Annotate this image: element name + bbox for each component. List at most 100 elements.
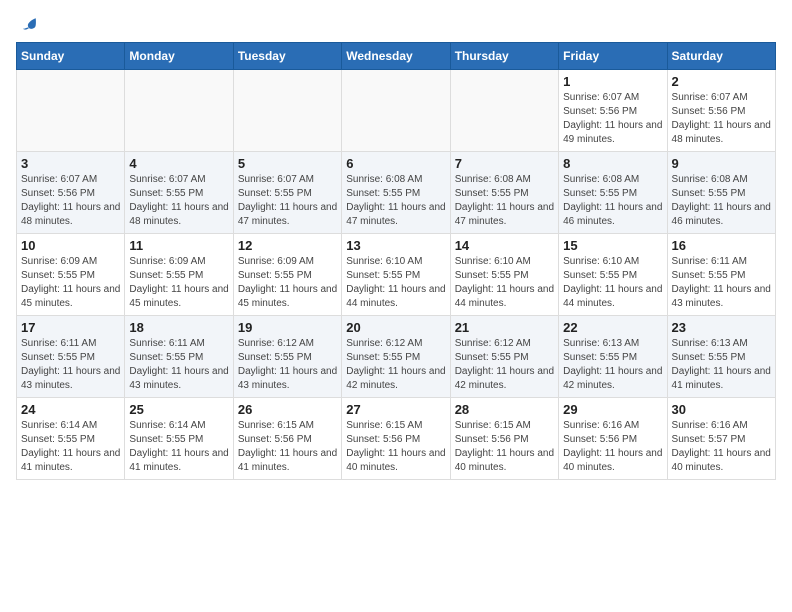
- calendar-cell: 10 Sunrise: 6:09 AM Sunset: 5:55 PM Dayli…: [17, 234, 125, 316]
- calendar-cell: 13 Sunrise: 6:10 AM Sunset: 5:55 PM Dayli…: [342, 234, 450, 316]
- weekday-header-wednesday: Wednesday: [342, 43, 450, 70]
- calendar-cell: 7 Sunrise: 6:08 AM Sunset: 5:55 PM Daylig…: [450, 152, 558, 234]
- calendar-cell: 28 Sunrise: 6:15 AM Sunset: 5:56 PM Dayli…: [450, 398, 558, 480]
- day-number: 19: [238, 320, 337, 335]
- calendar-cell: 8 Sunrise: 6:08 AM Sunset: 5:55 PM Daylig…: [559, 152, 667, 234]
- day-info: Sunrise: 6:07 AM Sunset: 5:55 PM Dayligh…: [238, 173, 337, 229]
- day-number: 13: [346, 238, 445, 253]
- day-info: Sunrise: 6:15 AM Sunset: 5:56 PM Dayligh…: [346, 419, 445, 475]
- day-number: 27: [346, 402, 445, 417]
- day-info: Sunrise: 6:08 AM Sunset: 5:55 PM Dayligh…: [455, 173, 554, 229]
- calendar-cell: 14 Sunrise: 6:10 AM Sunset: 5:55 PM Dayli…: [450, 234, 558, 316]
- calendar-cell: 30 Sunrise: 6:16 AM Sunset: 5:57 PM Dayli…: [667, 398, 775, 480]
- calendar-cell: [125, 70, 233, 152]
- day-info: Sunrise: 6:10 AM Sunset: 5:55 PM Dayligh…: [563, 255, 662, 311]
- calendar-table: SundayMondayTuesdayWednesdayThursdayFrid…: [16, 42, 776, 480]
- weekday-header-monday: Monday: [125, 43, 233, 70]
- calendar-week-row: 17 Sunrise: 6:11 AM Sunset: 5:55 PM Dayli…: [17, 316, 776, 398]
- day-number: 6: [346, 156, 445, 171]
- day-number: 1: [563, 74, 662, 89]
- calendar-cell: 27 Sunrise: 6:15 AM Sunset: 5:56 PM Dayli…: [342, 398, 450, 480]
- day-info: Sunrise: 6:11 AM Sunset: 5:55 PM Dayligh…: [129, 337, 228, 393]
- calendar-cell: 24 Sunrise: 6:14 AM Sunset: 5:55 PM Dayli…: [17, 398, 125, 480]
- calendar-cell: 11 Sunrise: 6:09 AM Sunset: 5:55 PM Dayli…: [125, 234, 233, 316]
- day-info: Sunrise: 6:07 AM Sunset: 5:55 PM Dayligh…: [129, 173, 228, 229]
- day-info: Sunrise: 6:16 AM Sunset: 5:56 PM Dayligh…: [563, 419, 662, 475]
- weekday-header-thursday: Thursday: [450, 43, 558, 70]
- day-number: 2: [672, 74, 771, 89]
- logo-bird-icon: [20, 16, 38, 34]
- day-info: Sunrise: 6:09 AM Sunset: 5:55 PM Dayligh…: [21, 255, 120, 311]
- calendar-cell: 2 Sunrise: 6:07 AM Sunset: 5:56 PM Daylig…: [667, 70, 775, 152]
- day-number: 24: [21, 402, 120, 417]
- day-info: Sunrise: 6:12 AM Sunset: 5:55 PM Dayligh…: [238, 337, 337, 393]
- day-number: 4: [129, 156, 228, 171]
- day-info: Sunrise: 6:13 AM Sunset: 5:55 PM Dayligh…: [672, 337, 771, 393]
- day-info: Sunrise: 6:13 AM Sunset: 5:55 PM Dayligh…: [563, 337, 662, 393]
- day-info: Sunrise: 6:08 AM Sunset: 5:55 PM Dayligh…: [563, 173, 662, 229]
- calendar-cell: [233, 70, 341, 152]
- day-number: 16: [672, 238, 771, 253]
- day-number: 3: [21, 156, 120, 171]
- day-number: 20: [346, 320, 445, 335]
- day-info: Sunrise: 6:09 AM Sunset: 5:55 PM Dayligh…: [238, 255, 337, 311]
- day-number: 10: [21, 238, 120, 253]
- calendar-cell: 18 Sunrise: 6:11 AM Sunset: 5:55 PM Dayli…: [125, 316, 233, 398]
- day-number: 21: [455, 320, 554, 335]
- logo: [16, 16, 38, 30]
- day-info: Sunrise: 6:10 AM Sunset: 5:55 PM Dayligh…: [455, 255, 554, 311]
- day-number: 28: [455, 402, 554, 417]
- day-info: Sunrise: 6:07 AM Sunset: 5:56 PM Dayligh…: [672, 91, 771, 147]
- weekday-header-saturday: Saturday: [667, 43, 775, 70]
- calendar-week-row: 3 Sunrise: 6:07 AM Sunset: 5:56 PM Daylig…: [17, 152, 776, 234]
- calendar-cell: 29Sunrise: 6:16 AM Sunset: 5:56 PM Dayli…: [559, 398, 667, 480]
- calendar-cell: [17, 70, 125, 152]
- calendar-cell: 20Sunrise: 6:12 AM Sunset: 5:55 PM Dayli…: [342, 316, 450, 398]
- calendar-cell: 19 Sunrise: 6:12 AM Sunset: 5:55 PM Dayli…: [233, 316, 341, 398]
- calendar-cell: 3 Sunrise: 6:07 AM Sunset: 5:56 PM Daylig…: [17, 152, 125, 234]
- calendar-cell: 5 Sunrise: 6:07 AM Sunset: 5:55 PM Daylig…: [233, 152, 341, 234]
- day-number: 22: [563, 320, 662, 335]
- page-header: [16, 16, 776, 30]
- day-number: 25: [129, 402, 228, 417]
- day-info: Sunrise: 6:09 AM Sunset: 5:55 PM Dayligh…: [129, 255, 228, 311]
- day-info: Sunrise: 6:14 AM Sunset: 5:55 PM Dayligh…: [21, 419, 120, 475]
- calendar-week-row: 10 Sunrise: 6:09 AM Sunset: 5:55 PM Dayli…: [17, 234, 776, 316]
- day-number: 8: [563, 156, 662, 171]
- day-info: Sunrise: 6:10 AM Sunset: 5:55 PM Dayligh…: [346, 255, 445, 311]
- calendar-cell: 22 Sunrise: 6:13 AM Sunset: 5:55 PM Dayli…: [559, 316, 667, 398]
- calendar-cell: 21Sunrise: 6:12 AM Sunset: 5:55 PM Dayli…: [450, 316, 558, 398]
- calendar-cell: 1 Sunrise: 6:07 AM Sunset: 5:56 PM Daylig…: [559, 70, 667, 152]
- calendar-cell: 6 Sunrise: 6:08 AM Sunset: 5:55 PM Daylig…: [342, 152, 450, 234]
- day-number: 17: [21, 320, 120, 335]
- calendar-cell: 16 Sunrise: 6:11 AM Sunset: 5:55 PM Dayli…: [667, 234, 775, 316]
- day-number: 7: [455, 156, 554, 171]
- day-number: 23: [672, 320, 771, 335]
- calendar-cell: 4 Sunrise: 6:07 AM Sunset: 5:55 PM Daylig…: [125, 152, 233, 234]
- day-number: 11: [129, 238, 228, 253]
- day-info: Sunrise: 6:11 AM Sunset: 5:55 PM Dayligh…: [672, 255, 771, 311]
- day-info: Sunrise: 6:11 AM Sunset: 5:55 PM Dayligh…: [21, 337, 120, 393]
- day-info: Sunrise: 6:16 AM Sunset: 5:57 PM Dayligh…: [672, 419, 771, 475]
- calendar-cell: 26Sunrise: 6:15 AM Sunset: 5:56 PM Dayli…: [233, 398, 341, 480]
- day-number: 14: [455, 238, 554, 253]
- day-number: 5: [238, 156, 337, 171]
- calendar-cell: [342, 70, 450, 152]
- calendar-cell: 25 Sunrise: 6:14 AM Sunset: 5:55 PM Dayli…: [125, 398, 233, 480]
- day-number: 18: [129, 320, 228, 335]
- calendar-cell: 9Sunrise: 6:08 AM Sunset: 5:55 PM Daylig…: [667, 152, 775, 234]
- day-info: Sunrise: 6:08 AM Sunset: 5:55 PM Dayligh…: [346, 173, 445, 229]
- day-info: Sunrise: 6:07 AM Sunset: 5:56 PM Dayligh…: [563, 91, 662, 147]
- weekday-header-row: SundayMondayTuesdayWednesdayThursdayFrid…: [17, 43, 776, 70]
- day-number: 12: [238, 238, 337, 253]
- weekday-header-tuesday: Tuesday: [233, 43, 341, 70]
- day-info: Sunrise: 6:08 AM Sunset: 5:55 PM Dayligh…: [672, 173, 771, 229]
- calendar-week-row: 1 Sunrise: 6:07 AM Sunset: 5:56 PM Daylig…: [17, 70, 776, 152]
- weekday-header-sunday: Sunday: [17, 43, 125, 70]
- day-number: 30: [672, 402, 771, 417]
- day-number: 15: [563, 238, 662, 253]
- day-number: 26: [238, 402, 337, 417]
- day-info: Sunrise: 6:07 AM Sunset: 5:56 PM Dayligh…: [21, 173, 120, 229]
- day-info: Sunrise: 6:15 AM Sunset: 5:56 PM Dayligh…: [455, 419, 554, 475]
- day-info: Sunrise: 6:14 AM Sunset: 5:55 PM Dayligh…: [129, 419, 228, 475]
